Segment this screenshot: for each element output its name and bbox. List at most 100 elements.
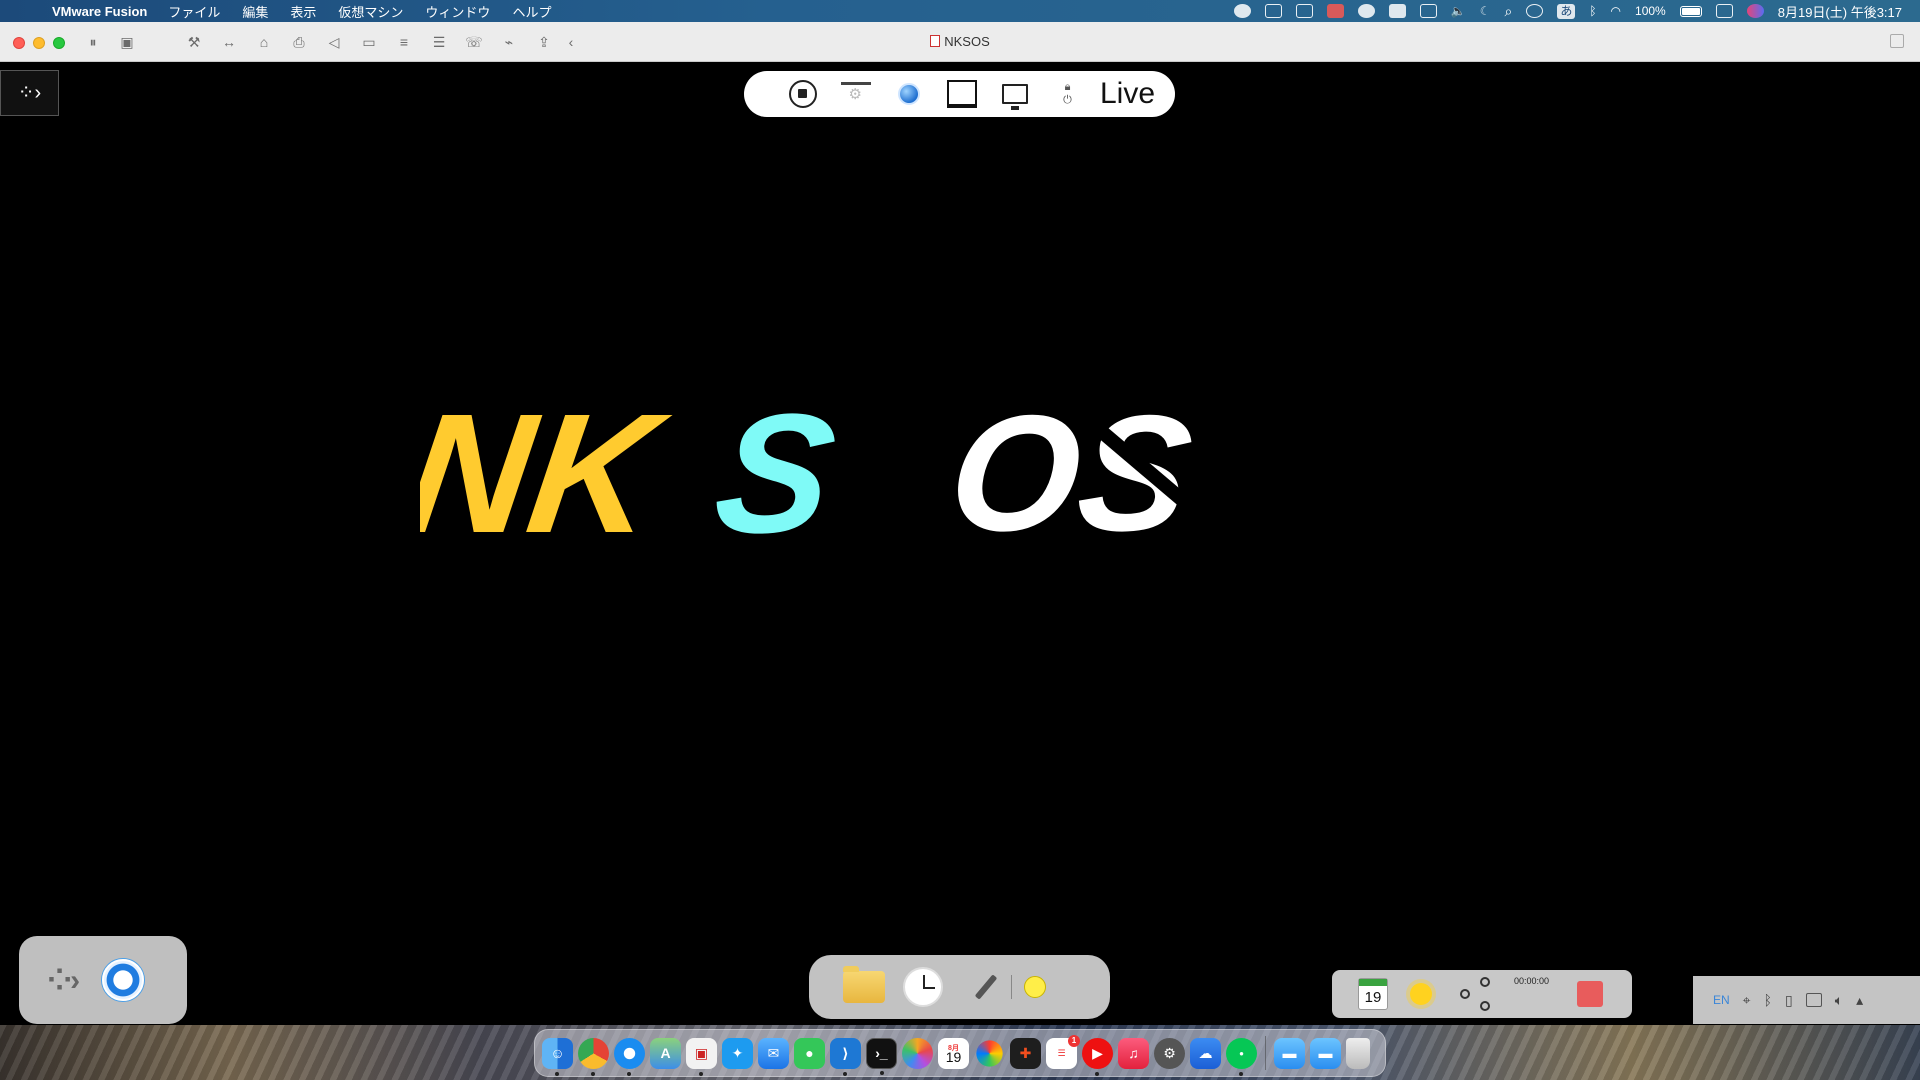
camera-icon[interactable]: ▭ [360,33,378,51]
red-app-icon[interactable] [1577,981,1604,1007]
safari-icon[interactable] [614,1037,645,1076]
disk-icon[interactable]: ≡ [395,33,413,51]
photos-icon[interactable] [902,1037,933,1069]
music-icon[interactable]: ♫ [1118,1037,1149,1069]
siri-icon[interactable] [1746,4,1764,18]
vmware-icon[interactable]: ▣ [686,1037,717,1076]
twitter-icon[interactable]: ✦ [722,1037,753,1069]
language-indicator[interactable]: EN [1713,993,1730,1007]
color-dot-icon[interactable] [1024,976,1046,998]
search-tray-icon[interactable]: ⌕ [1504,3,1512,20]
app-menu[interactable]: VMware Fusion [40,4,157,19]
hard-disk-icon[interactable]: ☰ [430,33,448,51]
menu-virtual-machine[interactable]: 仮想マシン [327,2,414,21]
share-icon[interactable] [1460,977,1494,1011]
bluetooth-icon[interactable]: ᛒ [1764,992,1772,1008]
trash-icon[interactable] [1346,1037,1370,1069]
onedrive-icon[interactable]: ☁ [1190,1037,1221,1069]
display-button[interactable] [988,71,1041,117]
minimize-window-button[interactable] [33,37,45,49]
fullscreen-icon[interactable] [1890,34,1904,48]
volume-icon[interactable]: 🔈︎ [1835,992,1843,1009]
youtube-music-icon[interactable]: ▶ [1082,1037,1113,1076]
maps-icon[interactable]: A [650,1037,681,1069]
settings-panel-icon [840,82,871,106]
menu-file[interactable]: ファイル [157,2,231,21]
battery-icon[interactable] [1679,5,1702,17]
drive-icon[interactable]: ⌂ [255,33,273,51]
documents-folder-icon[interactable]: ▬ [1310,1037,1341,1069]
color-wheel-icon[interactable] [976,1039,1003,1067]
menu-dots-icon[interactable]: ⁘› [47,963,80,998]
window-titlebar: ⏸ ▣ ⚒ ↔ ⌂ ⎙ ◁ ▭ ≡ ☰ ☏ ⌁ ⇪ ‹ NKSOS [0,22,1920,62]
folder-icon[interactable] [843,966,885,1003]
chevron-left-icon[interactable]: ‹ [562,33,580,51]
system-settings-icon[interactable]: ⚙ [1154,1037,1185,1069]
menu-help[interactable]: ヘルプ [501,2,562,21]
vscode-icon[interactable]: ⟩ [830,1037,861,1076]
mail-icon[interactable]: ✉ [758,1037,789,1069]
ime-indicator[interactable]: あ [1557,3,1576,19]
live-label[interactable]: Live [1100,77,1155,111]
clipboard-tray-icon[interactable] [1388,4,1406,18]
phone-icon[interactable]: ☏ [465,33,483,51]
browser-app-icon[interactable] [102,959,145,1001]
calendar-icon[interactable]: 19 [1358,978,1388,1010]
wifi-tray-icon[interactable]: ◠ [1611,4,1621,18]
moon-tray-icon[interactable]: ☾ [1480,4,1491,18]
snapshot-icon[interactable]: ▣ [118,33,136,51]
vm-screen[interactable]: ⁘› 🔒︎⏻ Live NK S OS ⁘› 19 00:00:00 EN [0,62,1920,1025]
menubar-clock[interactable]: 8月19日(土) 午後3:17 [1778,2,1902,21]
window-button[interactable] [935,71,988,117]
reminders-icon[interactable]: 1 ☰ [1046,1034,1080,1069]
sun-icon[interactable] [1410,983,1432,1005]
vm-launcher-button[interactable]: ⁘› [0,70,59,116]
volume-tray-icon[interactable]: 🔈 [1451,4,1466,18]
play-tray-icon[interactable] [1526,4,1544,18]
usb-icon[interactable]: ⌁ [500,33,518,51]
compass-icon [897,83,920,105]
figma-icon[interactable]: ✚ [1010,1037,1041,1069]
logo-nk: NK [420,392,678,542]
bluetooth-tray-icon[interactable]: ᛒ [1589,4,1596,18]
control-center-icon[interactable] [1715,4,1733,18]
browser-button[interactable] [882,71,935,117]
sync-tray-icon[interactable] [1357,4,1375,18]
chrome-icon[interactable] [578,1037,609,1076]
message-tray-icon[interactable] [1233,4,1251,18]
vm-toolbar: 🔒︎⏻ Live [744,71,1175,117]
sidebar-tray-icon[interactable] [1264,4,1282,18]
keyboard-tray-icon[interactable] [1419,4,1437,18]
code-icon[interactable]: ↔ [220,33,238,51]
wrench-icon[interactable]: ⚒ [185,33,203,51]
shield-tray-icon[interactable] [1295,4,1313,18]
menu-window[interactable]: ウィンドウ [414,2,501,21]
menu-bar: VMware Fusion ファイル 編集 表示 仮想マシン ウィンドウ ヘルプ… [0,0,1920,22]
battery-small-icon[interactable]: ▯ [1785,992,1793,1009]
printer-icon[interactable]: ⎙ [290,33,308,51]
menu-view[interactable]: 表示 [279,2,327,21]
stop-button[interactable] [776,71,829,117]
screen-icon[interactable] [1805,993,1822,1007]
pause-icon[interactable]: ⏸ [84,33,102,51]
clock-icon[interactable] [903,967,943,1007]
menu-edit[interactable]: 編集 [231,2,279,21]
pin-icon[interactable]: ⌖ [1743,992,1751,1009]
line-icon[interactable]: ● [1226,1037,1257,1076]
pencil-icon[interactable] [974,974,998,1000]
app-tray-icon[interactable] [1326,4,1344,18]
chevron-up-icon[interactable]: ▴ [1856,992,1863,1009]
lock-power-button[interactable]: 🔒︎ ⏻ [1041,71,1094,117]
sound-icon[interactable]: ◁ [325,33,343,51]
settings-panel-button[interactable] [829,71,882,117]
downloads-folder-icon[interactable]: ▬ [1274,1037,1305,1069]
calendar-app-icon[interactable]: 8月 19 [938,1037,969,1069]
window-title-text: NKSOS [944,34,990,49]
share-folder-icon[interactable]: ⇪ [535,33,553,51]
nksos-logo: NK S OS [420,392,1225,542]
terminal-icon[interactable]: ›_ [866,1037,897,1075]
messages-icon[interactable]: ● [794,1037,825,1069]
close-window-button[interactable] [13,37,25,49]
maximize-window-button[interactable] [53,37,65,49]
finder-icon[interactable]: ☺ [542,1037,573,1076]
